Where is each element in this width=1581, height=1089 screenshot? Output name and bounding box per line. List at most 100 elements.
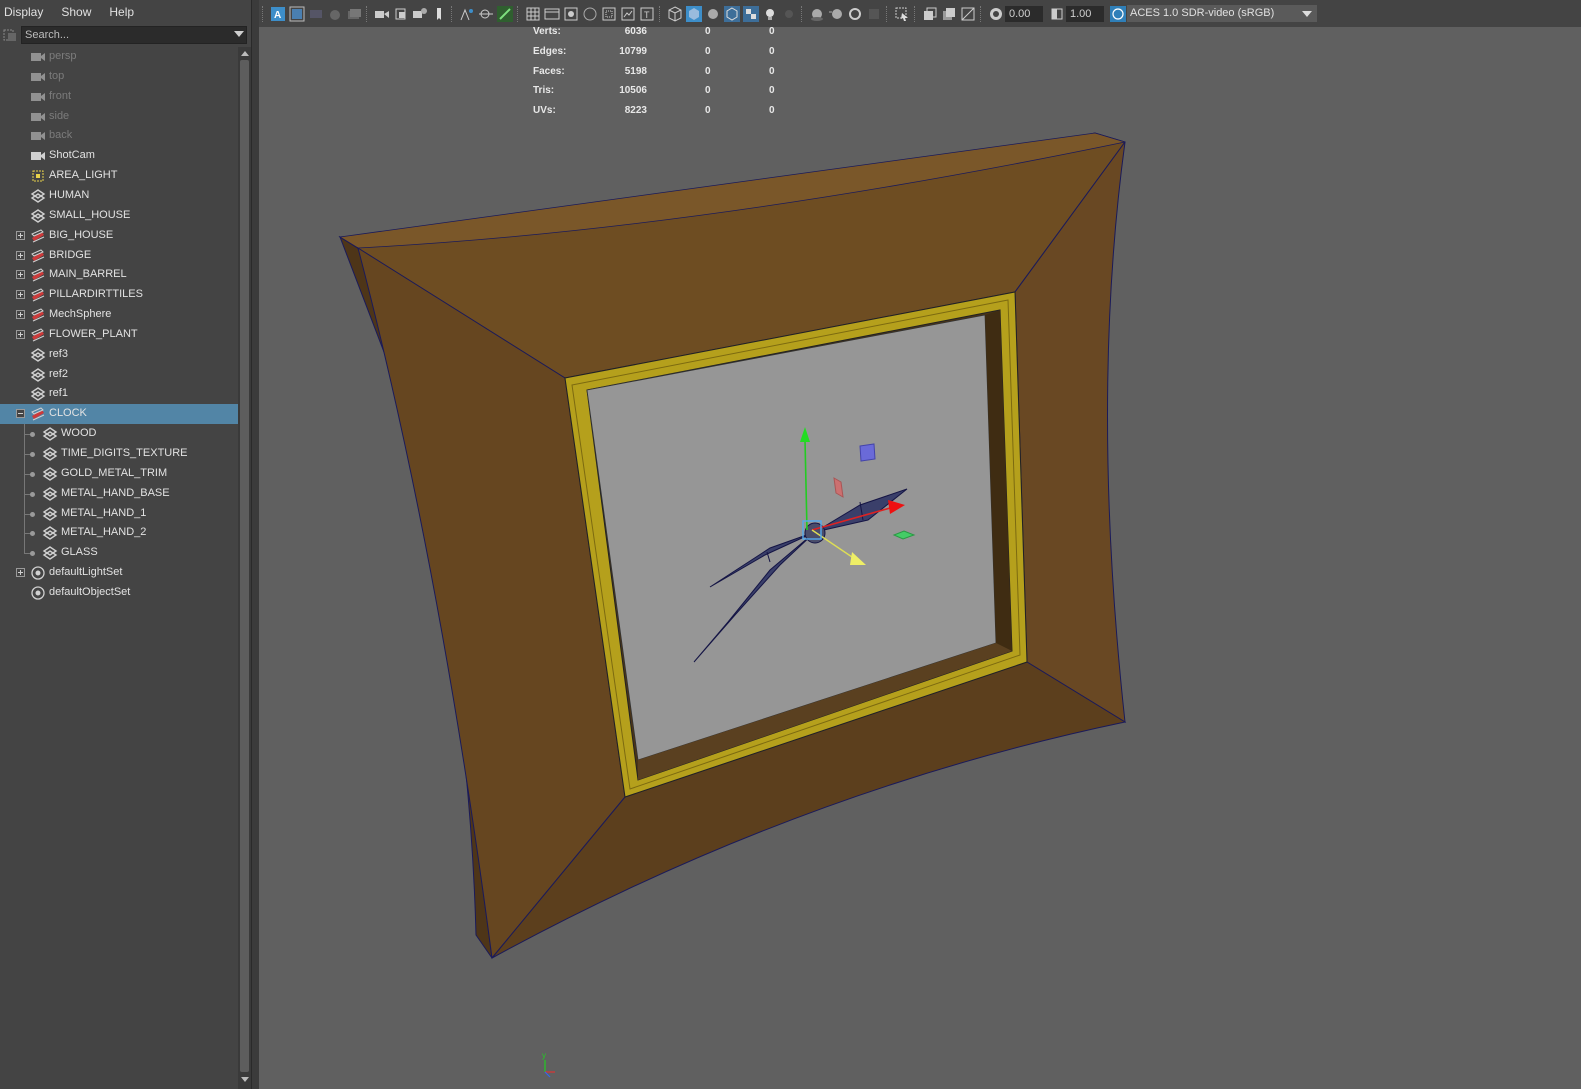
use-all-lights-icon[interactable] — [762, 6, 778, 22]
outliner-item-ref3[interactable]: ref3 — [0, 345, 238, 365]
expand-icon[interactable] — [16, 230, 25, 240]
outliner-item-metal-hand-base[interactable]: METAL_HAND_BASE — [0, 483, 238, 504]
film-gate-icon[interactable] — [459, 6, 475, 22]
outliner-item-human[interactable]: HUMAN — [0, 186, 238, 206]
toolbar-separator — [914, 5, 917, 22]
menu-help[interactable]: Help — [105, 5, 138, 19]
expand-icon[interactable] — [16, 310, 25, 320]
wireframe-on-shaded-icon[interactable] — [723, 5, 740, 22]
safe-title-icon[interactable] — [620, 6, 636, 22]
xray-icon[interactable] — [922, 6, 938, 22]
outliner-item-label: persp — [49, 50, 77, 62]
outliner-item-top[interactable]: top — [0, 67, 238, 87]
outliner-item-metal-hand-2[interactable]: METAL_HAND_2 — [0, 523, 238, 544]
transform-icon — [42, 426, 58, 442]
grid-icon[interactable] — [525, 6, 541, 22]
shadows-icon[interactable] — [781, 6, 797, 22]
outliner-item-gold-metal-trim[interactable]: GOLD_METAL_TRIM — [0, 463, 238, 484]
expand-icon[interactable] — [16, 250, 25, 260]
bookmark-camera-icon[interactable] — [346, 6, 362, 22]
gamma-icon[interactable] — [1049, 6, 1065, 22]
gamma-field[interactable]: 1.00 — [1066, 5, 1104, 22]
outliner-item-back[interactable]: back — [0, 126, 238, 146]
screen-space-ao-icon[interactable] — [809, 6, 825, 22]
outliner-item-label: ref3 — [49, 347, 68, 360]
collapse-icon[interactable] — [16, 409, 25, 419]
frame-all-icon[interactable] — [289, 6, 305, 22]
isolate-select-icon[interactable] — [894, 6, 910, 22]
image-plane-icon[interactable] — [393, 6, 409, 22]
group-icon — [30, 287, 46, 303]
search-input[interactable] — [21, 26, 247, 44]
gate-mask-icon[interactable] — [563, 6, 579, 22]
anti-aliasing-icon[interactable] — [847, 6, 863, 22]
search-dropdown-icon[interactable] — [234, 31, 244, 37]
outliner-item-pillardirttiles[interactable]: PILLARDIRTTILES — [0, 285, 238, 305]
safe-action-icon[interactable] — [601, 6, 617, 22]
depth-of-field-icon[interactable] — [866, 6, 882, 22]
hud-row: Faces: 5198 0 0 — [533, 66, 793, 80]
outliner-item-persp[interactable]: persp — [0, 47, 238, 67]
scroll-up-icon[interactable] — [241, 51, 249, 56]
expand-icon[interactable] — [16, 270, 25, 280]
toolbar-separator — [659, 5, 662, 22]
outliner-item-time-digits-texture[interactable]: TIME_DIGITS_TEXTURE — [0, 444, 238, 464]
outliner-item-bridge[interactable]: BRIDGE — [0, 246, 238, 266]
outliner-item-label: side — [49, 109, 70, 122]
exposure-field[interactable]: 0.00 — [1005, 5, 1043, 22]
outliner-item-area-light[interactable]: AREA_LIGHT — [0, 166, 238, 186]
symmetry-icon[interactable] — [496, 5, 513, 22]
exposure-icon[interactable] — [988, 6, 1004, 22]
outliner-item-clock[interactable]: CLOCK — [0, 404, 238, 425]
xray-active-icon[interactable] — [960, 6, 976, 22]
outliner-item-side[interactable]: side — [0, 107, 238, 127]
outliner-item-label: ref1 — [49, 387, 68, 400]
menu-show[interactable]: Show — [57, 5, 95, 19]
resolution-gate-icon[interactable] — [478, 6, 494, 22]
view-transform-dropdown[interactable]: ACES 1.0 SDR-video (sRGB) — [1127, 5, 1317, 22]
outliner-item-shotcam[interactable]: ShotCam — [0, 146, 238, 166]
outliner-item-main-barrel[interactable]: MAIN_BARREL — [0, 265, 238, 285]
smooth-shade-icon[interactable] — [685, 5, 702, 22]
expand-icon[interactable] — [16, 290, 25, 300]
grease-pencil-icon[interactable] — [431, 6, 447, 22]
motion-blur-icon[interactable] — [828, 6, 844, 22]
2d-pan-zoom-icon[interactable] — [412, 6, 428, 22]
camera-attributes-icon[interactable] — [374, 6, 390, 22]
outliner-item-ref2[interactable]: ref2 — [0, 365, 238, 385]
select-camera-icon[interactable]: A — [270, 6, 286, 22]
outliner-item-defaultlightset[interactable]: defaultLightSet — [0, 563, 238, 583]
expand-icon[interactable] — [16, 329, 25, 339]
outliner-item-big-house[interactable]: BIG_HOUSE — [0, 226, 238, 246]
outliner-item-small-house[interactable]: SMALL_HOUSE — [0, 206, 238, 226]
outliner-item-flower-plant[interactable]: FLOWER_PLANT — [0, 325, 238, 345]
frame-selection-icon[interactable] — [308, 6, 324, 22]
scroll-down-icon[interactable] — [241, 1077, 249, 1082]
outliner-item-mechsphere[interactable]: MechSphere — [0, 305, 238, 325]
outliner-item-defaultobjectset[interactable]: defaultObjectSet — [0, 583, 238, 603]
viewport[interactable]: Verts: 6036 0 0 Edges: 10799 0 0 Faces: 5198 0 0 Tri… — [259, 0, 1581, 1089]
outliner-item-front[interactable]: front — [0, 87, 238, 107]
hud-value: 0 — [769, 85, 775, 97]
svg-text:T: T — [644, 10, 650, 20]
scene-render[interactable] — [259, 0, 1581, 1089]
menu-display[interactable]: Display — [0, 5, 47, 19]
outliner-item-glass[interactable]: GLASS — [0, 543, 238, 563]
outliner-item-metal-hand-1[interactable]: METAL_HAND_1 — [0, 503, 238, 524]
text-overlay-icon[interactable]: T — [639, 6, 655, 22]
scroll-thumb[interactable] — [240, 60, 249, 1072]
filter-icon[interactable] — [3, 28, 17, 42]
outliner-item-ref1[interactable]: ref1 — [0, 384, 238, 404]
xray-joints-icon[interactable] — [941, 6, 957, 22]
outliner-scrollbar[interactable] — [238, 47, 251, 1089]
default-material-icon[interactable] — [705, 6, 721, 22]
outliner-item-wood[interactable]: WOOD — [0, 424, 238, 445]
film-gate-toggle-icon[interactable] — [544, 6, 560, 22]
hud-label: Edges: — [533, 45, 567, 57]
lock-camera-icon[interactable] — [327, 6, 343, 22]
color-management-icon[interactable] — [1109, 5, 1126, 22]
expand-icon[interactable] — [16, 568, 25, 578]
textured-icon[interactable] — [742, 5, 759, 22]
wireframe-icon[interactable] — [667, 5, 683, 22]
field-chart-icon[interactable] — [582, 6, 598, 22]
